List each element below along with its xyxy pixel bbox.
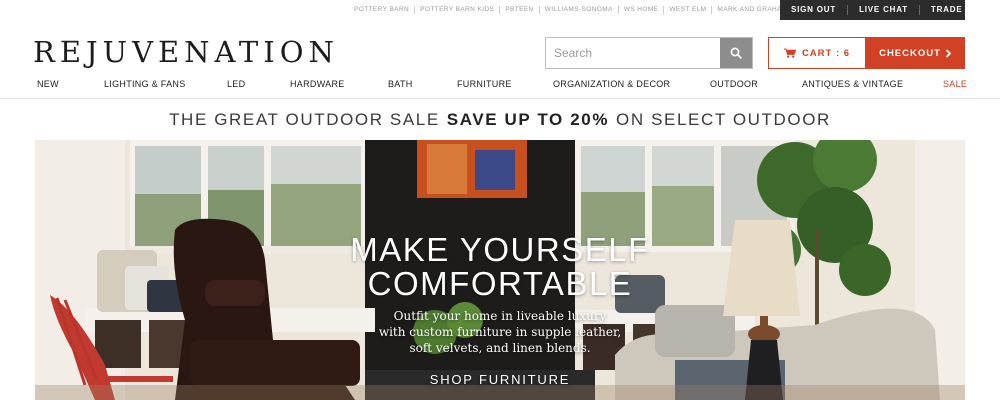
promo-highlight: SAVE UP TO 20% <box>446 109 610 129</box>
search-box <box>545 37 753 69</box>
account-bar: SIGN OUT LIVE CHAT TRADE <box>780 0 965 20</box>
sign-out-link[interactable]: SIGN OUT <box>780 5 847 15</box>
main-navigation: NEW LIGHTING & FANS LED HARDWARE BATH FU… <box>0 79 1000 91</box>
promo-prefix: THE GREAT OUTDOOR SALE <box>169 109 440 129</box>
cart-icon <box>783 48 796 58</box>
live-chat-link[interactable]: LIVE CHAT <box>847 5 919 15</box>
nav-item-outdoor[interactable]: OUTDOOR <box>710 79 758 89</box>
cart-button[interactable]: CART : 6 <box>768 37 866 69</box>
promo-banner[interactable]: THE GREAT OUTDOOR SALE SAVE UP TO 20% ON… <box>0 99 1000 140</box>
checkout-button[interactable]: CHECKOUT <box>866 37 965 69</box>
brand-link-pbteen[interactable]: PBTEEN <box>499 6 538 14</box>
chevron-right-icon <box>945 48 952 58</box>
checkout-label: CHECKOUT <box>879 47 941 59</box>
hero-body-line1: Outfit your home in liveable luxury <box>393 309 607 323</box>
brand-link-pottery-barn[interactable]: POTTERY BARN <box>354 6 414 14</box>
brand-link-williams-sonoma[interactable]: WILLIAMS-SONOMA <box>538 6 618 14</box>
nav-item-organization-decor[interactable]: ORGANIZATION & DECOR <box>553 79 670 89</box>
hero-title-line1: MAKE YOURSELF <box>350 231 650 268</box>
hero-body-line2: with custom furniture in supple leather, <box>378 325 622 339</box>
cart-label: CART : 6 <box>801 47 851 59</box>
nav-item-antiques-vintage[interactable]: ANTIQUES & VINTAGE <box>802 79 903 89</box>
brand-link-ws-home[interactable]: WS HOME <box>617 6 664 14</box>
site-logo[interactable]: REJUVENATION <box>33 35 339 69</box>
search-icon <box>730 47 742 59</box>
brand-link-west-elm[interactable]: WEST ELM <box>663 6 711 14</box>
nav-item-lighting-fans[interactable]: LIGHTING & FANS <box>104 79 186 89</box>
search-button[interactable] <box>720 38 752 68</box>
nav-item-hardware[interactable]: HARDWARE <box>290 79 345 89</box>
nav-item-sale[interactable]: SALE <box>943 79 967 89</box>
search-input[interactable] <box>546 38 720 68</box>
hero-body-line3: soft velvets, and linen blends. <box>409 341 591 355</box>
top-utility-bar: POTTERY BARN POTTERY BARN KIDS PBTEEN WI… <box>0 0 1000 20</box>
nav-item-furniture[interactable]: FURNITURE <box>457 79 512 89</box>
shop-furniture-link[interactable]: SHOP FURNITURE <box>430 372 571 387</box>
hero-title-line2: COMFORTABLE <box>367 265 633 302</box>
nav-item-led[interactable]: LED <box>227 79 245 89</box>
promo-suffix: ON SELECT OUTDOOR <box>616 109 831 129</box>
brand-link-pottery-barn-kids[interactable]: POTTERY BARN KIDS <box>414 6 499 14</box>
sister-brands-list: POTTERY BARN POTTERY BARN KIDS PBTEEN WI… <box>354 0 793 20</box>
nav-item-new[interactable]: NEW <box>37 79 59 89</box>
nav-item-bath[interactable]: BATH <box>388 79 413 89</box>
trade-link[interactable]: TRADE <box>918 5 974 15</box>
hero-banner[interactable]: MAKE YOURSELF COMFORTABLE Outfit your ho… <box>35 140 965 400</box>
